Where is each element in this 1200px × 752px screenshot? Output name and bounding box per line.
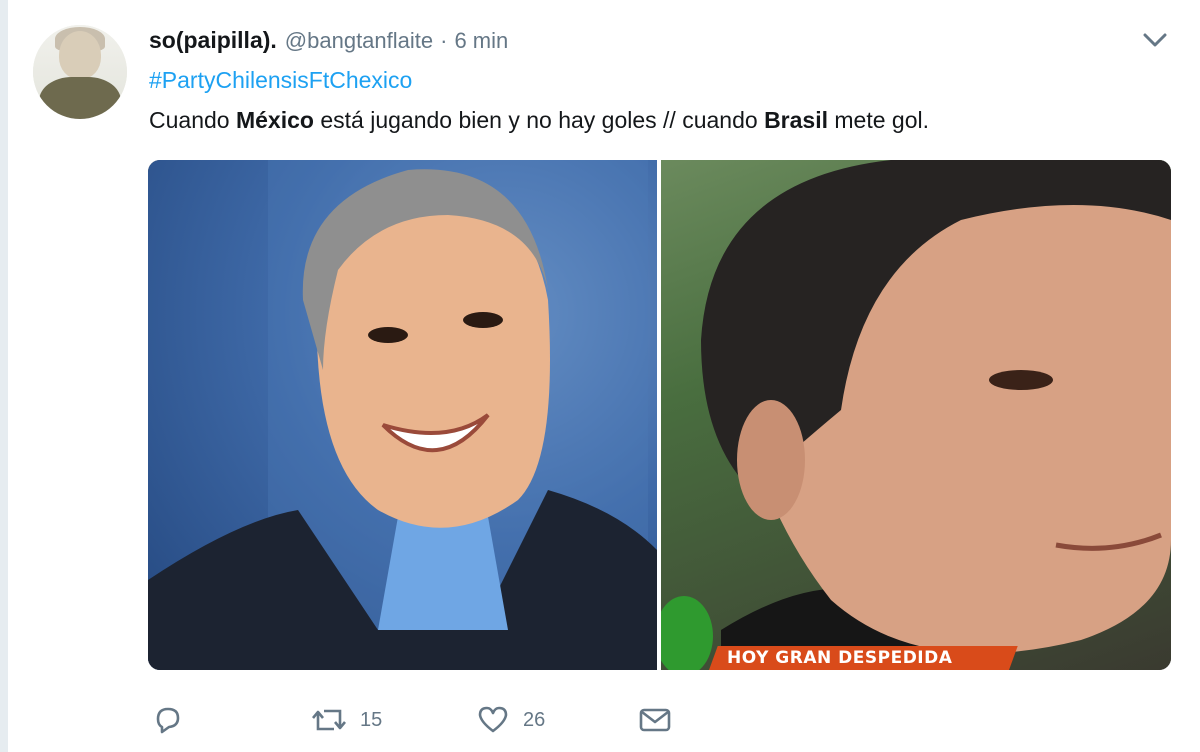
- tweet-text: Cuando México está jugando bien y no hay…: [149, 107, 929, 133]
- media-image-right[interactable]: HOY GRAN DESPEDIDA: [661, 160, 1171, 670]
- tweet-header: so(paipilla). @bangtanflaite · 6 min: [149, 27, 508, 57]
- tweet-media[interactable]: HOY GRAN DESPEDIDA: [148, 160, 1171, 670]
- envelope-icon: [637, 702, 673, 738]
- caption-banner-text: HOY GRAN DESPEDIDA: [727, 648, 953, 668]
- like-button[interactable]: 26: [475, 700, 545, 740]
- reply-button[interactable]: [150, 700, 198, 740]
- more-options-chevron-icon[interactable]: [1140, 26, 1170, 54]
- separator-dot: ·: [440, 28, 448, 53]
- retweet-count: 15: [360, 708, 383, 731]
- timestamp[interactable]: 6 min: [454, 28, 508, 54]
- heart-icon: [475, 702, 511, 738]
- hashtag-link[interactable]: #PartyChilensisFtChexico: [149, 67, 412, 94]
- display-name[interactable]: so(paipilla).: [149, 27, 277, 54]
- direct-message-button[interactable]: [637, 700, 685, 740]
- like-count: 26: [523, 708, 546, 731]
- bold-mexico: México: [235, 107, 314, 133]
- bold-brasil: Brasil: [764, 107, 828, 133]
- user-handle[interactable]: @bangtanflaite: [285, 28, 433, 54]
- media-image-left[interactable]: [148, 160, 657, 670]
- tweet[interactable]: so(paipilla). @bangtanflaite · 6 min #Pa…: [0, 0, 1200, 752]
- avatar[interactable]: [33, 25, 127, 119]
- retweet-button[interactable]: 15: [310, 700, 382, 740]
- reply-icon: [150, 702, 186, 738]
- retweet-icon: [310, 702, 348, 738]
